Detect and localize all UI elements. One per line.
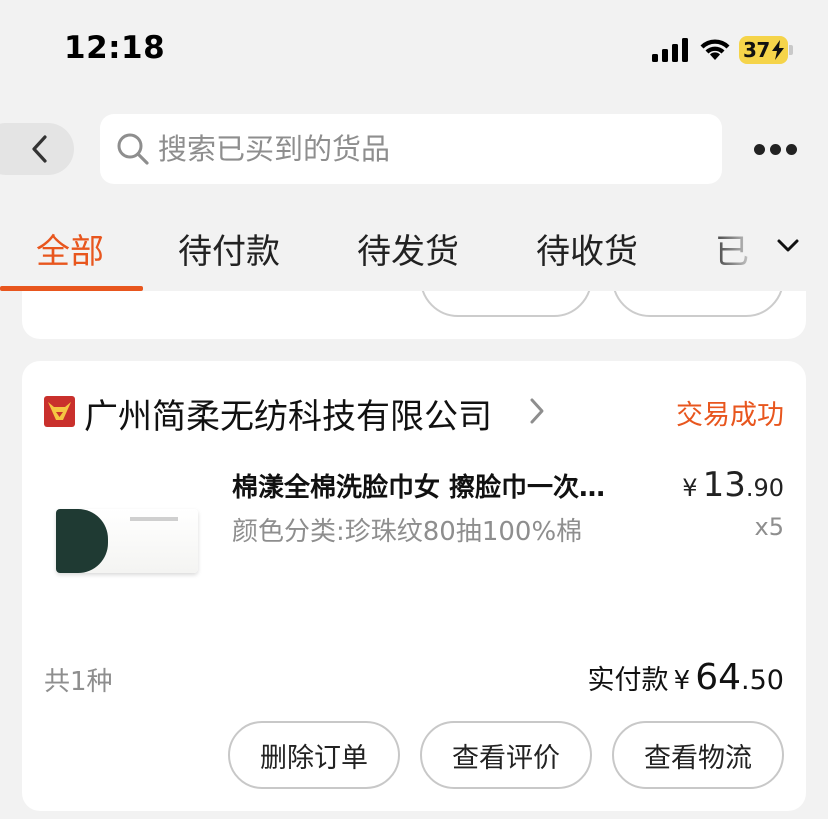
search-input[interactable] [158,114,698,184]
shop-logo-icon [44,396,75,427]
product-quantity: x5 [754,513,784,541]
tab-pending-payment[interactable]: 待付款 [178,224,280,273]
back-button[interactable] [0,123,74,175]
order-total: 实付款 ¥ 64.50 [588,657,785,698]
battery-body: 37 [739,36,788,64]
total-currency: ¥ [673,666,691,696]
status-bar: 12:18 37 [0,0,828,100]
chevron-down-icon[interactable] [774,234,802,258]
more-button[interactable] [746,130,802,170]
view-review-button[interactable]: 查看评价 [420,721,592,789]
tab-all[interactable]: 全部 [36,224,104,273]
product-image-logo [130,517,178,521]
tab-pending-shipment[interactable]: 待发货 [357,224,459,273]
previous-order-card [22,291,806,339]
battery-level: 37 [743,38,770,62]
more-dot [786,144,797,155]
order-status: 交易成功 [676,400,784,431]
product-title[interactable]: 棉漾全棉洗脸巾女 擦脸巾一次… [232,467,642,504]
order-list-page: 12:18 37 搜索已买到的货品 全部 待付款 待发货 待收货 广州简柔无纺科… [0,0,828,819]
product-price: ¥ 13.90 [682,465,784,505]
product-sku: 颜色分类:珍珠纹80抽100%棉 [232,517,583,547]
delete-order-button[interactable]: 删除订单 [228,721,400,789]
tab-fade [706,210,828,290]
view-logistics-button[interactable]: 查看物流 [612,721,784,789]
chevron-right-icon[interactable] [528,397,546,425]
search-box[interactable] [100,114,722,184]
shop-name[interactable]: 广州简柔无纺科技有限公司 [84,389,492,438]
product-image-graphic [56,509,108,573]
order-card[interactable]: 广州简柔无纺科技有限公司 交易成功 棉漾全棉洗脸巾女 擦脸巾一次… 颜色分类:珍… [22,361,806,811]
total-integer: 64 [695,657,742,698]
wifi-icon [700,39,730,60]
cellular-signal-icon [652,38,688,62]
charging-bolt-icon [772,40,784,60]
more-dot [754,144,765,155]
battery-tip [789,45,793,55]
price-decimal: .90 [745,474,784,502]
more-dot [770,144,781,155]
total-label: 实付款 [587,665,669,696]
search-icon [117,133,149,165]
price-currency: ¥ [682,474,698,502]
previous-order-button[interactable] [612,291,784,317]
item-count: 共1种 [44,667,113,697]
product-image[interactable] [56,509,198,573]
status-time: 12:18 [64,30,166,66]
bull-head-icon [48,402,71,420]
chevron-left-icon [32,135,47,163]
total-decimal: .50 [741,665,784,696]
price-integer: 13 [702,465,746,505]
battery-indicator: 37 [739,36,793,64]
previous-order-button[interactable] [420,291,592,317]
order-tabs: 全部 待付款 待发货 待收货 已 [0,210,828,291]
tab-pending-receipt[interactable]: 待收货 [536,224,638,273]
